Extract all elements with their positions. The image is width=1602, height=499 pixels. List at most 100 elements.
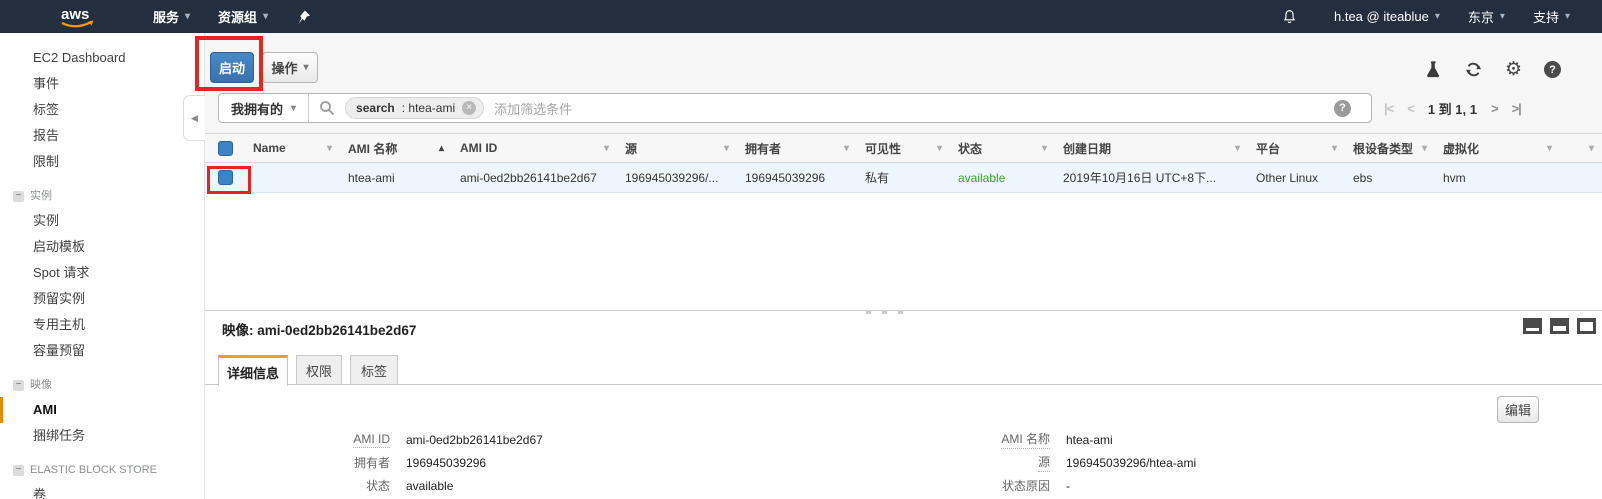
column-header-stub[interactable]: ▾ bbox=[1560, 134, 1602, 162]
field-value-status: available bbox=[406, 479, 453, 493]
actions-button[interactable]: 操作 ▾ bbox=[262, 52, 318, 83]
help-icon[interactable]: ? bbox=[1544, 61, 1561, 78]
sidebar-item-limits[interactable]: 限制 bbox=[0, 149, 204, 175]
sort-arrow-icon: ▾ bbox=[724, 143, 729, 154]
top-nav-bar: aws 服务 ▾ 资源组 ▾ bbox=[0, 0, 1602, 33]
sidebar-item-volumes[interactable]: 卷 bbox=[0, 482, 204, 499]
column-header-creation-date[interactable]: 创建日期 ▾ bbox=[1055, 134, 1248, 162]
filter-help-icon[interactable]: ? bbox=[1334, 100, 1351, 117]
aws-logo[interactable]: aws bbox=[55, 4, 99, 30]
column-header-ami-name[interactable]: AMI 名称 ▴ bbox=[340, 134, 452, 162]
chevron-down-icon: ▾ bbox=[1435, 11, 1440, 22]
pane-layout-medium-icon[interactable] bbox=[1550, 318, 1569, 334]
column-header-visibility[interactable]: 可见性 ▾ bbox=[857, 134, 950, 162]
sidebar-item-spot-requests[interactable]: Spot 请求 bbox=[0, 260, 204, 286]
sidebar-item-dedicated-hosts[interactable]: 专用主机 bbox=[0, 312, 204, 338]
column-header-status[interactable]: 状态 ▾ bbox=[950, 134, 1055, 162]
sidebar-item-ami[interactable]: AMI bbox=[0, 397, 204, 423]
pagination-last-button[interactable]: >| bbox=[1512, 101, 1521, 116]
pagination-next-button[interactable]: > bbox=[1491, 101, 1498, 116]
nav-resource-groups[interactable]: 资源组 ▾ bbox=[204, 0, 282, 33]
region-menu[interactable]: 东京 ▾ bbox=[1454, 0, 1519, 33]
sidebar-item-events[interactable]: 事件 bbox=[0, 71, 204, 97]
sort-arrow-icon: ▾ bbox=[1589, 143, 1594, 154]
flask-experiments-icon[interactable] bbox=[1425, 60, 1442, 79]
pagination-first-button[interactable]: |< bbox=[1384, 101, 1393, 116]
sidebar-section-instances[interactable]: − 实例 bbox=[0, 184, 204, 208]
column-header-ami-id[interactable]: AMI ID ▾ bbox=[452, 134, 617, 162]
sidebar-section-images[interactable]: − 映像 bbox=[0, 373, 204, 397]
column-header-name[interactable]: Name ▾ bbox=[245, 134, 340, 162]
detail-fields-right: AMI 名称 htea-ami 源 196945039296/htea-ami … bbox=[900, 428, 1196, 497]
edit-button[interactable]: 编辑 bbox=[1497, 396, 1539, 423]
column-header-platform[interactable]: 平台 ▾ bbox=[1248, 134, 1345, 162]
chevron-down-icon: ▾ bbox=[303, 62, 308, 73]
chevron-down-icon: ▾ bbox=[263, 11, 268, 22]
sort-arrow-icon: ▾ bbox=[937, 143, 942, 154]
sidebar-item-bundle-tasks[interactable]: 捆绑任务 bbox=[0, 423, 204, 449]
cell-virtualization: hvm bbox=[1435, 163, 1560, 192]
sidebar-item-ec2-dashboard[interactable]: EC2 Dashboard bbox=[0, 45, 204, 71]
sidebar-section-ebs[interactable]: − ELASTIC BLOCK STORE bbox=[0, 458, 204, 482]
column-label: AMI 名称 bbox=[348, 140, 397, 157]
nav-services[interactable]: 服务 ▾ bbox=[139, 0, 204, 33]
actions-button-label: 操作 bbox=[271, 58, 297, 77]
support-label: 支持 bbox=[1533, 7, 1559, 26]
tab-tags[interactable]: 标签 bbox=[350, 355, 398, 385]
pushpin-icon bbox=[296, 9, 311, 25]
row-checkbox[interactable] bbox=[218, 170, 233, 185]
filter-placeholder: 添加筛选条件 bbox=[494, 99, 572, 118]
field-value-ami-id: ami-0ed2bb26141be2d67 bbox=[406, 433, 543, 447]
tab-permissions[interactable]: 权限 bbox=[296, 355, 342, 385]
sidebar-item-reserved-instances[interactable]: 预留实例 bbox=[0, 286, 204, 312]
sidebar-item-tags[interactable]: 标签 bbox=[0, 97, 204, 123]
ami-table-row[interactable]: htea-ami ami-0ed2bb26141be2d67 196945039… bbox=[205, 163, 1602, 193]
chevron-down-icon: ▾ bbox=[185, 11, 190, 22]
column-header-source[interactable]: 源 ▾ bbox=[617, 134, 737, 162]
column-header-owner[interactable]: 拥有者 ▾ bbox=[737, 134, 857, 162]
collapse-minus-icon: − bbox=[13, 465, 24, 476]
sort-arrow-icon: ▾ bbox=[1547, 143, 1552, 154]
support-menu[interactable]: 支持 ▾ bbox=[1519, 0, 1584, 33]
cell-root-device: ebs bbox=[1345, 163, 1435, 192]
select-all-checkbox[interactable] bbox=[218, 141, 233, 156]
sort-arrow-icon: ▾ bbox=[1042, 143, 1047, 154]
column-label: 创建日期 bbox=[1063, 140, 1111, 157]
svg-text:aws: aws bbox=[61, 6, 89, 23]
sidebar-item-launch-templates[interactable]: 启动模板 bbox=[0, 234, 204, 260]
pane-layout-small-icon[interactable] bbox=[1523, 318, 1542, 334]
owner-filter-dropdown[interactable]: 我拥有的 ▾ bbox=[219, 94, 309, 122]
pane-layout-controls bbox=[1523, 318, 1596, 334]
sort-arrow-icon: ▾ bbox=[327, 143, 332, 154]
pane-resize-handle[interactable] bbox=[866, 308, 912, 315]
search-filter-tag[interactable]: search : htea-ami × bbox=[345, 97, 484, 119]
cell-status: available bbox=[950, 163, 1055, 192]
settings-gear-icon[interactable]: ⚙ bbox=[1505, 60, 1522, 79]
column-header-root-device-type[interactable]: 根设备类型 ▾ bbox=[1345, 134, 1435, 162]
tab-details[interactable]: 详细信息 bbox=[218, 355, 288, 386]
pushpin-shortcut[interactable] bbox=[282, 0, 325, 33]
search-input[interactable]: search : htea-ami × 添加筛选条件 ? bbox=[309, 97, 1371, 119]
launch-button-label: 启动 bbox=[219, 58, 245, 77]
notifications-button[interactable] bbox=[1281, 8, 1298, 26]
sidebar-item-instances[interactable]: 实例 bbox=[0, 208, 204, 234]
nav-services-label: 服务 bbox=[153, 7, 179, 26]
sidebar-item-capacity-reservations[interactable]: 容量预留 bbox=[0, 338, 204, 364]
pane-layout-large-icon[interactable] bbox=[1577, 318, 1596, 334]
edit-button-label: 编辑 bbox=[1505, 400, 1531, 419]
pagination-prev-button[interactable]: < bbox=[1407, 101, 1414, 116]
cell-visibility: 私有 bbox=[857, 163, 950, 192]
remove-filter-icon[interactable]: × bbox=[462, 101, 476, 115]
sidebar-collapse-handle[interactable]: ◀ bbox=[183, 95, 205, 141]
column-label: AMI ID bbox=[460, 141, 497, 155]
ec2-console: aws 服务 ▾ 资源组 ▾ bbox=[0, 0, 1602, 499]
cell-name bbox=[245, 163, 340, 192]
sidebar-item-reports[interactable]: 报告 bbox=[0, 123, 204, 149]
launch-button[interactable]: 启动 bbox=[210, 52, 254, 83]
cell-ami-name: htea-ami bbox=[340, 163, 452, 192]
column-header-virtualization[interactable]: 虚拟化 ▾ bbox=[1435, 134, 1560, 162]
account-menu[interactable]: h.tea @ iteablue ▾ bbox=[1320, 0, 1454, 33]
chevron-down-icon: ▾ bbox=[1500, 11, 1505, 22]
filter-tag-key: search bbox=[356, 101, 395, 115]
refresh-icon[interactable] bbox=[1464, 60, 1483, 79]
